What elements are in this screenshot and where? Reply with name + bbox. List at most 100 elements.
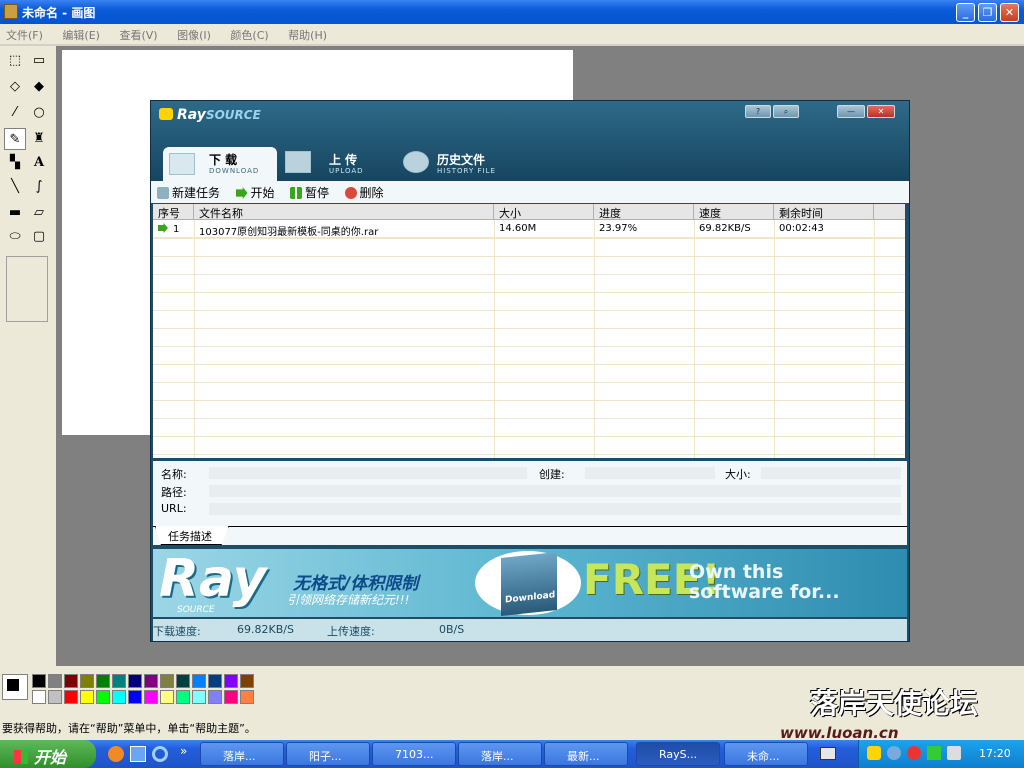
- raysource-tray-icon[interactable]: [867, 746, 881, 760]
- rect-select-icon[interactable]: ▭: [28, 50, 50, 72]
- color-swatch[interactable]: [176, 690, 190, 704]
- start-button[interactable]: 开始: [0, 740, 96, 768]
- fill-icon[interactable]: ◆: [28, 76, 50, 98]
- color-swatch[interactable]: [240, 674, 254, 688]
- minimize-button[interactable]: _: [956, 3, 975, 22]
- tab-upload[interactable]: 上 传 UPLOAD: [285, 145, 395, 181]
- ie-icon[interactable]: [152, 746, 168, 762]
- brush-icon[interactable]: ♜: [28, 128, 50, 150]
- col-speed[interactable]: 速度: [694, 204, 774, 220]
- app-tray-icon[interactable]: [927, 746, 941, 760]
- color-swatch[interactable]: [224, 690, 238, 704]
- eraser-icon[interactable]: ◇: [4, 76, 26, 98]
- network-tray-icon[interactable]: [887, 746, 901, 760]
- col-size[interactable]: 大小: [494, 204, 594, 220]
- color-swatch[interactable]: [80, 674, 94, 688]
- paint-title-bar[interactable]: 未命名 - 画图 _ ❐ ✕: [0, 0, 1024, 24]
- airbrush-icon[interactable]: ▚: [4, 152, 26, 174]
- close-button[interactable]: ✕: [1000, 3, 1019, 22]
- start-button[interactable]: 开始: [235, 184, 275, 201]
- new-task-button[interactable]: 新建任务: [157, 184, 220, 201]
- ad-banner[interactable]: Ray SOURCE 无格式/体积限制 引领网络存储新纪元!!! Downloa…: [153, 549, 907, 617]
- color-swatch[interactable]: [208, 690, 222, 704]
- pause-label: 暂停: [305, 186, 330, 200]
- color-swatch[interactable]: [64, 690, 78, 704]
- color-swatch[interactable]: [48, 674, 62, 688]
- color-swatch[interactable]: [32, 674, 46, 688]
- color-swatch[interactable]: [96, 690, 110, 704]
- menu-colors[interactable]: 颜色(C): [230, 29, 268, 42]
- col-index[interactable]: 序号: [153, 204, 194, 220]
- line-icon[interactable]: ╲: [4, 176, 26, 198]
- color-swatch[interactable]: [112, 674, 126, 688]
- desktop-icon[interactable]: [130, 746, 146, 762]
- color-swatch[interactable]: [144, 690, 158, 704]
- task-button-2[interactable]: 阳子...: [286, 742, 370, 766]
- color-swatch[interactable]: [208, 674, 222, 688]
- color-swatch[interactable]: [160, 690, 174, 704]
- picker-icon[interactable]: ⁄: [4, 102, 26, 124]
- col-name[interactable]: 文件名称: [194, 204, 494, 220]
- text-icon[interactable]: A: [28, 152, 50, 174]
- paint-title: 未命名 - 画图: [22, 6, 96, 20]
- color-swatch[interactable]: [144, 674, 158, 688]
- keyboard-icon[interactable]: [820, 747, 836, 760]
- color-swatch[interactable]: [192, 674, 206, 688]
- history-tab-icon: [403, 151, 429, 173]
- color-swatch[interactable]: [80, 690, 94, 704]
- color-swatch[interactable]: [128, 674, 142, 688]
- ray-header[interactable]: RaySOURCE ? ⌕ — ✕ 下 载 DOWNLOAD 上 传 UPLOA…: [151, 101, 909, 183]
- color-swatch[interactable]: [192, 690, 206, 704]
- ellipse-icon[interactable]: ⬭: [4, 226, 26, 248]
- task-button-3[interactable]: 7103...: [372, 742, 456, 766]
- search-button[interactable]: ⌕: [773, 105, 799, 118]
- path-label: 路径:: [161, 486, 187, 499]
- pause-button[interactable]: 暂停: [290, 184, 329, 201]
- maximize-button[interactable]: ❐: [978, 3, 997, 22]
- menu-file[interactable]: 文件(F): [6, 29, 43, 42]
- col-remaining[interactable]: 剩余时间: [774, 204, 874, 220]
- color-swatch[interactable]: [48, 690, 62, 704]
- task-button-4[interactable]: 落岸...: [458, 742, 542, 766]
- security-tray-icon[interactable]: [907, 746, 921, 760]
- curve-icon[interactable]: ∫: [28, 176, 50, 198]
- color-swatch[interactable]: [64, 674, 78, 688]
- color-swatch[interactable]: [240, 690, 254, 704]
- magnifier-icon[interactable]: ○: [28, 102, 50, 124]
- pencil-icon[interactable]: ✎: [4, 128, 26, 150]
- polygon-icon[interactable]: ▱: [28, 202, 50, 224]
- task-button-6[interactable]: RayS...: [636, 742, 720, 766]
- color-swatch[interactable]: [176, 674, 190, 688]
- ray-close-button[interactable]: ✕: [867, 105, 895, 118]
- task-description-tab[interactable]: 任务描述: [155, 526, 229, 545]
- menu-help[interactable]: 帮助(H): [288, 29, 327, 42]
- tab-history[interactable]: 历史文件 HISTORY FILE: [401, 145, 521, 181]
- color-swatch[interactable]: [160, 674, 174, 688]
- firefox-icon[interactable]: [108, 746, 124, 762]
- volume-tray-icon[interactable]: [947, 746, 961, 760]
- delete-button[interactable]: 删除: [344, 184, 384, 201]
- current-colors[interactable]: [2, 674, 28, 700]
- color-swatch[interactable]: [128, 690, 142, 704]
- help-button[interactable]: ?: [745, 105, 771, 118]
- tab-download[interactable]: 下 载 DOWNLOAD: [163, 147, 277, 183]
- tool-options[interactable]: [6, 256, 48, 322]
- rounded-rect-icon[interactable]: ▢: [28, 226, 50, 248]
- task-button-1[interactable]: 落岸...: [200, 742, 284, 766]
- quicklaunch-more-icon[interactable]: »: [180, 744, 187, 758]
- menu-edit[interactable]: 编辑(E): [62, 29, 100, 42]
- ray-minimize-button[interactable]: —: [837, 105, 865, 118]
- rectangle-icon[interactable]: ▬: [4, 202, 26, 224]
- menu-image[interactable]: 图像(I): [177, 29, 211, 42]
- foreground-color: [7, 679, 19, 691]
- color-swatch[interactable]: [112, 690, 126, 704]
- color-swatch[interactable]: [224, 674, 238, 688]
- col-progress[interactable]: 进度: [594, 204, 694, 220]
- table-row[interactable]: 1 103077原创知羽最新模板-同桌的你.rar 14.60M 23.97% …: [153, 220, 905, 238]
- color-swatch[interactable]: [96, 674, 110, 688]
- task-button-5[interactable]: 最新...: [544, 742, 628, 766]
- free-select-icon[interactable]: ⬚: [4, 50, 26, 72]
- task-button-7[interactable]: 未命...: [724, 742, 808, 766]
- color-swatch[interactable]: [32, 690, 46, 704]
- menu-view[interactable]: 查看(V): [119, 29, 157, 42]
